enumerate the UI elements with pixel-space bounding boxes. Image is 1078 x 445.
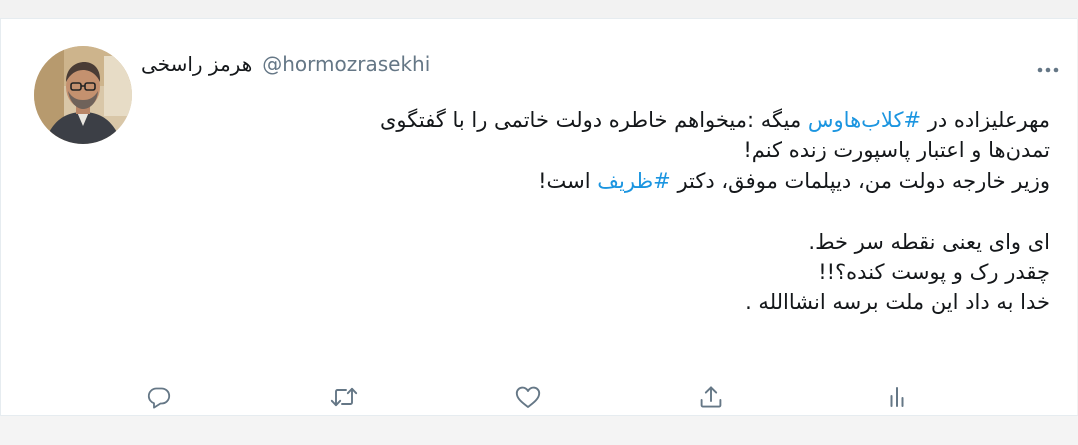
tweet-line-2: تمدن‌ها و اعتبار پاسپورت زنده کنم!	[743, 138, 1050, 163]
display-name[interactable]: هرمز راسخی	[141, 52, 252, 76]
tweet-card[interactable]: هرمز راسخی @hormozrasekhi مهرعلیزاده در …	[0, 18, 1077, 416]
user-handle[interactable]: @hormozrasekhi	[262, 52, 430, 76]
tweet-line-5: چقدر رک و پوست کنده؟!!	[818, 260, 1050, 285]
retweet-icon	[330, 387, 358, 407]
tweet-line-4: ای وای یعنی نقطه سر خط.	[808, 229, 1050, 254]
tweet-text-segment: وزیر خارجه دولت من، دیپلمات موفق، دکتر	[670, 168, 1050, 193]
reply-button[interactable]	[143, 381, 175, 413]
tweet-text-segment: مهرعلیزاده در	[921, 108, 1050, 132]
reply-icon	[147, 387, 171, 409]
tweet-line-6: خدا به داد این ملت برسه انشاالله .	[745, 290, 1050, 315]
tweet-actions	[1, 381, 1078, 413]
like-button[interactable]	[512, 381, 544, 413]
tweet-text-segment: است!	[538, 168, 598, 193]
share-icon	[700, 386, 722, 408]
more-options-button[interactable]	[1035, 57, 1061, 83]
retweet-button[interactable]	[328, 381, 360, 413]
next-tweet-edge	[0, 415, 1078, 445]
heart-icon	[515, 386, 541, 408]
analytics-icon	[890, 387, 904, 407]
share-button[interactable]	[695, 381, 727, 413]
hashtag-link-zarif[interactable]: #ظریف	[597, 169, 670, 193]
avatar-photo	[34, 46, 132, 144]
avatar[interactable]	[34, 46, 132, 144]
tweet-line-3: وزیر خارجه دولت من، دیپلمات موفق، دکتر #…	[150, 166, 1050, 196]
tweet-header: هرمز راسخی @hormozrasekhi	[141, 49, 430, 79]
tweet-line-1: مهرعلیزاده در #کلاب‌هاوس میگه :میخواهم خ…	[150, 105, 1050, 135]
tweet-text-segment: میگه :میخواهم خاطره دولت خاتمی را با گفت…	[379, 108, 808, 132]
analytics-button[interactable]	[881, 381, 913, 413]
hashtag-link-clubhouse[interactable]: #کلاب‌هاوس	[808, 108, 921, 132]
tweet-text: مهرعلیزاده در #کلاب‌هاوس میگه :میخواهم خ…	[150, 105, 1050, 318]
more-dots-icon	[1037, 67, 1059, 73]
